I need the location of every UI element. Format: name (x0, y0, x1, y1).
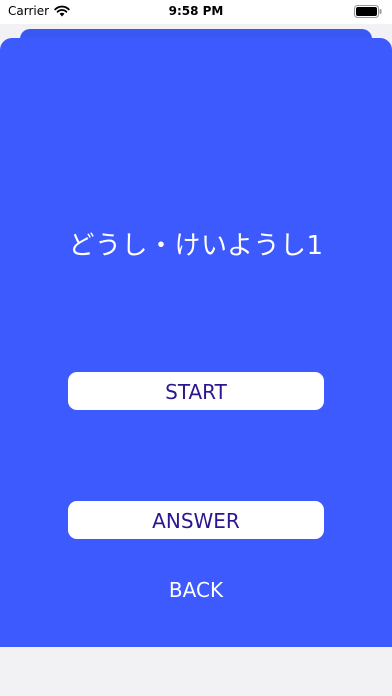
start-button[interactable]: START (68, 372, 324, 410)
modal-sheet (0, 38, 392, 647)
back-button[interactable]: BACK (0, 578, 392, 602)
status-time: 9:58 PM (168, 4, 224, 18)
page-title: どうし・けいようし1 (68, 231, 324, 261)
battery-icon (354, 5, 382, 18)
screen: Carrier 9:58 PM どうし・けいようし1 START ANSWER … (0, 0, 392, 696)
answer-button[interactable]: ANSWER (68, 501, 324, 539)
status-bar: Carrier 9:58 PM (0, 0, 392, 24)
